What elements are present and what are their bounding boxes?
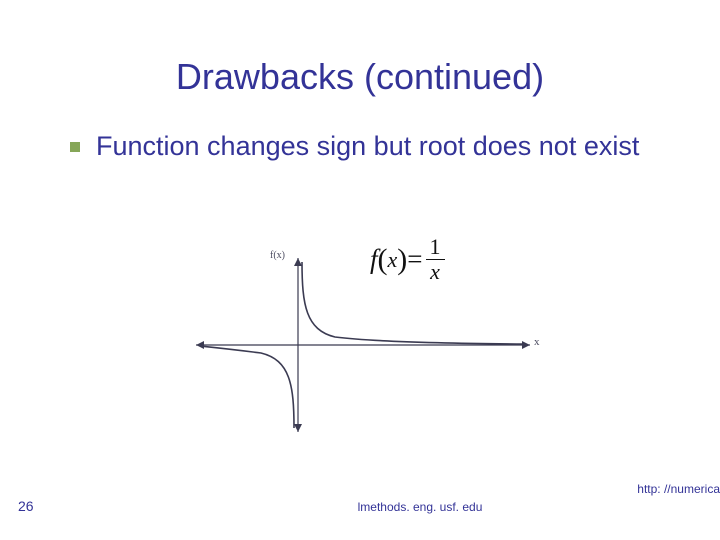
square-bullet-icon (70, 142, 80, 152)
equation-denominator: x (430, 260, 440, 283)
slide: Drawbacks (continued) Function changes s… (0, 0, 720, 540)
equation-eq: = (407, 244, 422, 275)
equation-f: f (370, 244, 378, 275)
equation-rparen: ) (397, 243, 407, 277)
equation-numerator: 1 (426, 236, 445, 260)
footer-right-link: http: //numerica (637, 482, 720, 496)
x-axis-label: x (534, 336, 540, 348)
y-axis-label: f(x) (270, 250, 285, 261)
bullet-item: Function changes sign but root does not … (70, 130, 680, 164)
bullet-text: Function changes sign but root does not … (96, 130, 639, 164)
equation-arg: x (388, 247, 398, 273)
page-title: Drawbacks (continued) (0, 56, 720, 98)
footer-center-text: lmethods. eng. usf. edu (0, 500, 720, 514)
equation: f ( x ) = 1 x (370, 236, 445, 283)
equation-lparen: ( (378, 243, 388, 277)
figure: f(x) x f ( x ) = 1 x (190, 250, 550, 440)
equation-fraction: 1 x (426, 236, 445, 283)
